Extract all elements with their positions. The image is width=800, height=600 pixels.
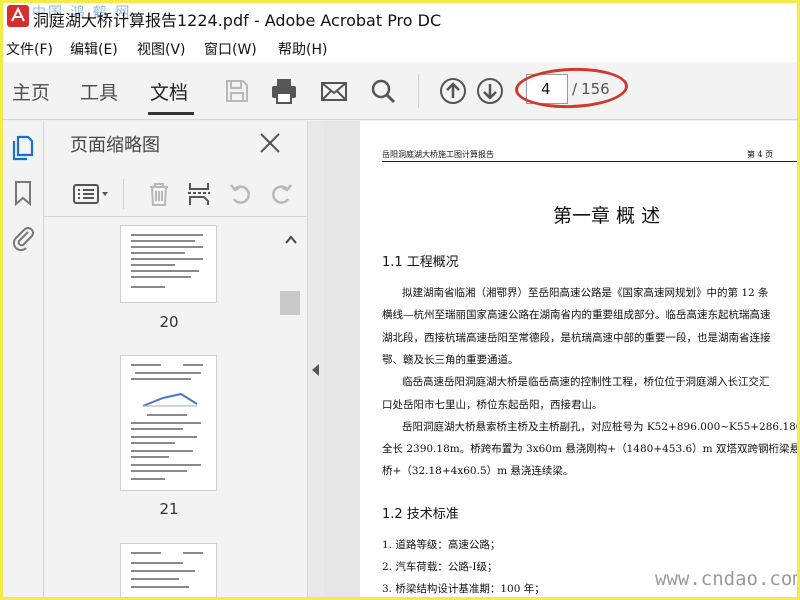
search-icon[interactable] xyxy=(368,76,398,106)
title-bar: 中国 鸿 鹤 网 洞庭湖大桥计算报告1224.pdf - Adobe Acrob… xyxy=(0,0,800,34)
page-total-count: 156 xyxy=(581,80,610,98)
body-line: 湖北段，西接杭瑞高速岳阳至常德段，是杭瑞高速中部的重要一段，也是湖南省连接 xyxy=(382,332,771,344)
body-line: 鄂、赣及长三角的重要通道。 xyxy=(382,354,519,366)
thumbnail-label: 20 xyxy=(159,313,179,331)
page-total: /156 xyxy=(572,80,610,98)
page-number-input[interactable]: 4 xyxy=(526,74,568,104)
thumbnail-diagram xyxy=(142,392,198,407)
menu-file[interactable]: 文件(F) xyxy=(6,39,53,59)
extract-page-icon[interactable] xyxy=(184,179,214,209)
thumbnail-label: 21 xyxy=(159,500,179,518)
collapse-panel-arrow-icon[interactable] xyxy=(312,364,319,376)
thumbnail-options-icon[interactable] xyxy=(72,179,112,209)
document-viewer: 岳阳洞庭湖大桥施工图计算报告 第 4 页 第一章 概 述 1.1 工程概况 拟建… xyxy=(324,121,800,600)
tab-tools[interactable]: 工具 xyxy=(80,78,118,105)
body-line: 1. 道路等级：高速公路； xyxy=(382,539,501,551)
page-thumbnails-icon[interactable] xyxy=(9,133,37,161)
thumbnail-panel: 页面缩略图 20 21 xyxy=(44,121,307,600)
delete-icon[interactable] xyxy=(144,179,174,209)
scrollbar-thumb[interactable] xyxy=(280,291,300,315)
save-icon[interactable] xyxy=(222,76,252,106)
menu-bar: 文件(F) 编辑(E) 视图(V) 窗口(W) 帮助(H) xyxy=(0,34,800,62)
thumbnail-page-22[interactable] xyxy=(120,543,217,600)
chapter-title: 第一章 概 述 xyxy=(553,205,661,227)
body-line: 桥+（32.18+4x60.5）m 悬浇连续梁。 xyxy=(382,465,574,477)
bookmark-icon[interactable] xyxy=(9,179,37,207)
panel-toolbar-separator xyxy=(123,179,124,209)
body-line: 全长 2390.18m。桥跨布置为 3x60m 悬浇刚构+（1480+453.6… xyxy=(382,443,800,455)
tab-home[interactable]: 主页 xyxy=(12,78,50,105)
panel-toolbar xyxy=(44,173,307,217)
rotate-right-icon[interactable] xyxy=(266,179,296,209)
tab-document[interactable]: 文档 xyxy=(150,78,188,105)
menu-window[interactable]: 窗口(W) xyxy=(204,39,257,59)
active-tab-indicator xyxy=(148,112,194,115)
document-page: 岳阳洞庭湖大桥施工图计算报告 第 4 页 第一章 概 述 1.1 工程概况 拟建… xyxy=(360,121,800,600)
page-separator: / xyxy=(572,80,578,98)
rotate-left-icon[interactable] xyxy=(226,179,256,209)
page-down-icon[interactable] xyxy=(475,76,505,106)
section-title: 1.2 技术标准 xyxy=(382,507,459,522)
body-line: 2. 汽车荷载：公路-Ⅰ级； xyxy=(382,561,498,573)
acrobat-logo-icon xyxy=(7,5,29,27)
window-title: 洞庭湖大桥计算报告1224.pdf - Adobe Acrobat Pro DC xyxy=(33,11,442,30)
email-icon[interactable] xyxy=(319,76,349,106)
body-line: 横线—杭州至瑞丽国家高速公路在湖南省内的重要组成部分。临岳高速东起杭瑞高速 xyxy=(382,309,771,321)
section-title: 1.1 工程概况 xyxy=(382,255,459,270)
watermark-bottom: www.cndao.com xyxy=(655,568,800,590)
print-icon[interactable] xyxy=(269,76,299,106)
page-header-number: 第 4 页 xyxy=(747,150,774,159)
thumbnail-scrollbar[interactable] xyxy=(279,225,301,600)
panel-title: 页面缩略图 xyxy=(70,135,160,156)
body-line: 3. 桥梁结构设计基准期：100 年； xyxy=(382,583,545,595)
thumbnail-page-20[interactable] xyxy=(120,225,217,303)
thumbnail-page-21[interactable] xyxy=(120,355,217,491)
body-line: 口处岳阳市七里山，桥位东起岳阳，西接君山。 xyxy=(382,399,603,411)
body-line: 岳阳洞庭湖大桥悬索桥主桥及主桥副孔，对应桩号为 K52+896.000~K55+… xyxy=(402,421,800,433)
header-rule xyxy=(382,161,800,162)
left-rail xyxy=(0,121,44,600)
scroll-up-arrow-icon[interactable] xyxy=(284,233,298,245)
menu-view[interactable]: 视图(V) xyxy=(137,39,186,59)
menu-help[interactable]: 帮助(H) xyxy=(278,39,327,59)
close-icon[interactable] xyxy=(258,131,282,155)
menu-edit[interactable]: 编辑(E) xyxy=(70,39,118,59)
main-toolbar: 主页 工具 文档 4 /156 xyxy=(0,62,800,120)
panel-splitter[interactable] xyxy=(307,121,324,600)
body-line: 临岳高速岳阳洞庭湖大桥是临岳高速的控制性工程，桥位位于洞庭湖入长江交汇 xyxy=(402,376,770,388)
page-header-title: 岳阳洞庭湖大桥施工图计算报告 xyxy=(382,150,494,159)
body-line: 拟建湖南省临湘（湘鄂界）至岳阳高速公路是《国家高速网规划》中的第 12 条 xyxy=(402,287,769,299)
thumbnail-list: 20 21 xyxy=(44,225,307,600)
toolbar-separator xyxy=(418,74,419,108)
attachment-icon[interactable] xyxy=(9,223,37,251)
page-up-icon[interactable] xyxy=(438,76,468,106)
